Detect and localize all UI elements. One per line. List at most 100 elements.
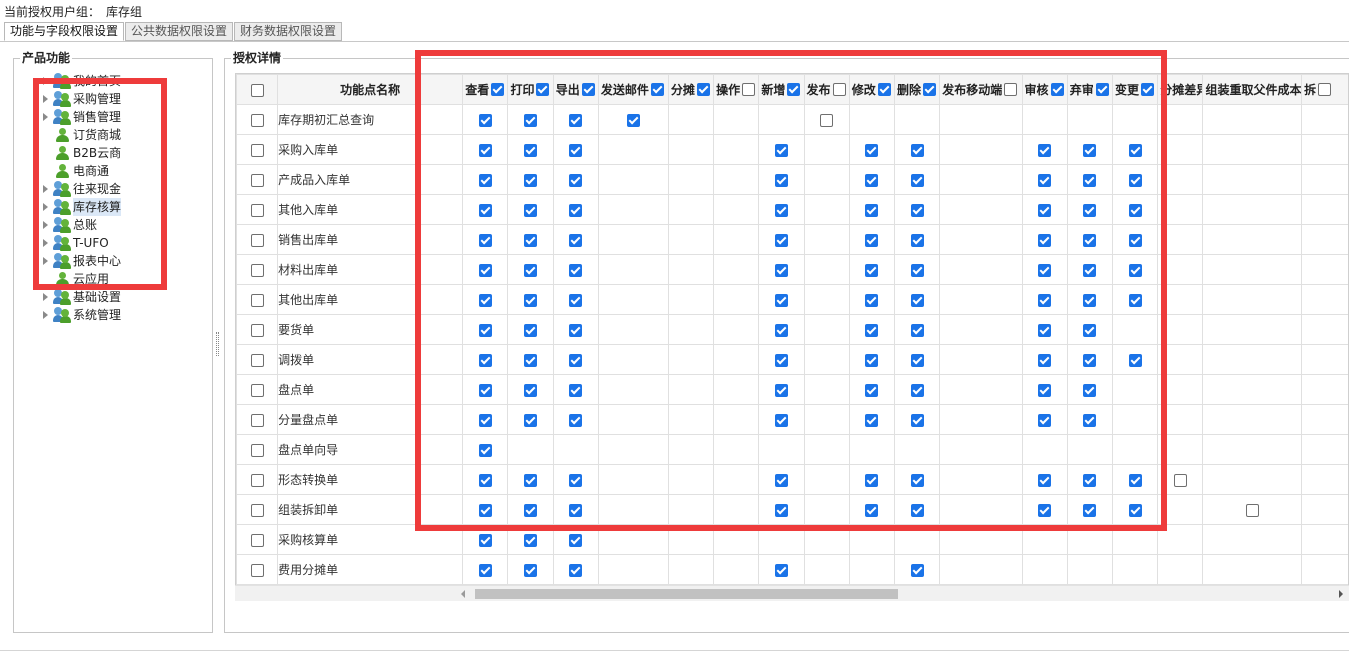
permission-checkbox[interactable] — [478, 293, 492, 307]
row-select-checkbox[interactable] — [250, 353, 264, 367]
permission-checkbox[interactable] — [1083, 143, 1097, 157]
permission-checkbox[interactable] — [1038, 503, 1052, 517]
permission-checkbox[interactable] — [1128, 503, 1142, 517]
scroll-right-arrow-icon[interactable] — [1339, 590, 1343, 598]
permission-checkbox[interactable] — [910, 473, 924, 487]
tab-finance-data-permissions[interactable]: 财务数据权限设置 — [234, 22, 343, 41]
permission-checkbox[interactable] — [910, 353, 924, 367]
permission-checkbox[interactable] — [774, 353, 788, 367]
permission-checkbox[interactable] — [1038, 173, 1052, 187]
permission-checkbox[interactable] — [910, 143, 924, 157]
permission-checkbox[interactable] — [1083, 413, 1097, 427]
permission-checkbox[interactable] — [1038, 293, 1052, 307]
expand-arrow-icon[interactable] — [43, 185, 48, 193]
expand-arrow-icon[interactable] — [43, 113, 48, 121]
permission-checkbox[interactable] — [569, 353, 583, 367]
row-select-checkbox[interactable] — [250, 563, 264, 577]
permission-checkbox[interactable] — [478, 533, 492, 547]
permission-checkbox[interactable] — [865, 473, 879, 487]
permission-checkbox[interactable] — [865, 203, 879, 217]
permission-checkbox[interactable] — [865, 413, 879, 427]
permission-checkbox[interactable] — [524, 533, 538, 547]
permission-checkbox[interactable] — [524, 293, 538, 307]
permission-checkbox[interactable] — [1038, 233, 1052, 247]
column-select-checkbox[interactable] — [742, 83, 756, 96]
permission-checkbox[interactable] — [478, 413, 492, 427]
permission-checkbox[interactable] — [569, 293, 583, 307]
permission-checkbox[interactable] — [1173, 473, 1187, 487]
permission-checkbox[interactable] — [865, 143, 879, 157]
permission-checkbox[interactable] — [524, 173, 538, 187]
permission-checkbox[interactable] — [1083, 203, 1097, 217]
column-select-checkbox[interactable] — [696, 83, 710, 96]
scroll-left-arrow-icon[interactable] — [461, 590, 465, 598]
permission-checkbox[interactable] — [910, 503, 924, 517]
permission-checkbox[interactable] — [774, 263, 788, 277]
permission-checkbox[interactable] — [524, 353, 538, 367]
permission-checkbox[interactable] — [1083, 293, 1097, 307]
column-select-checkbox[interactable] — [1095, 83, 1109, 96]
column-select-checkbox[interactable] — [1318, 83, 1332, 96]
permission-checkbox[interactable] — [478, 473, 492, 487]
permission-checkbox[interactable] — [569, 143, 583, 157]
permission-checkbox[interactable] — [865, 233, 879, 247]
permission-checkbox[interactable] — [774, 383, 788, 397]
permission-checkbox[interactable] — [478, 443, 492, 457]
permission-checkbox[interactable] — [1245, 503, 1259, 517]
permission-checkbox[interactable] — [1128, 203, 1142, 217]
permission-checkbox[interactable] — [1083, 233, 1097, 247]
permission-checkbox[interactable] — [524, 263, 538, 277]
permission-checkbox[interactable] — [478, 263, 492, 277]
permission-checkbox[interactable] — [1083, 383, 1097, 397]
permission-checkbox[interactable] — [524, 563, 538, 577]
permission-checkbox[interactable] — [569, 173, 583, 187]
permission-checkbox[interactable] — [569, 383, 583, 397]
permission-checkbox[interactable] — [910, 293, 924, 307]
row-select-checkbox[interactable] — [250, 413, 264, 427]
row-select-checkbox[interactable] — [250, 203, 264, 217]
permission-checkbox[interactable] — [524, 143, 538, 157]
row-select-checkbox[interactable] — [250, 443, 264, 457]
permission-checkbox[interactable] — [478, 143, 492, 157]
permission-checkbox[interactable] — [1128, 473, 1142, 487]
row-select-checkbox[interactable] — [250, 233, 264, 247]
permission-checkbox[interactable] — [569, 413, 583, 427]
column-select-checkbox[interactable] — [832, 83, 846, 96]
permission-checkbox[interactable] — [569, 203, 583, 217]
permission-checkbox[interactable] — [820, 113, 834, 127]
permission-checkbox[interactable] — [1038, 143, 1052, 157]
permission-checkbox[interactable] — [774, 563, 788, 577]
select-all-checkbox[interactable] — [250, 83, 264, 97]
horizontal-scrollbar[interactable] — [235, 585, 1349, 601]
permission-checkbox[interactable] — [478, 383, 492, 397]
column-select-checkbox[interactable] — [650, 83, 664, 96]
permission-checkbox[interactable] — [774, 323, 788, 337]
permission-checkbox[interactable] — [774, 293, 788, 307]
permission-checkbox[interactable] — [865, 503, 879, 517]
permission-checkbox[interactable] — [1128, 173, 1142, 187]
permission-checkbox[interactable] — [569, 233, 583, 247]
permission-checkbox[interactable] — [1038, 413, 1052, 427]
permission-checkbox[interactable] — [865, 263, 879, 277]
row-select-checkbox[interactable] — [250, 293, 264, 307]
column-select-checkbox[interactable] — [1140, 83, 1154, 96]
permission-checkbox[interactable] — [910, 173, 924, 187]
permission-checkbox[interactable] — [478, 503, 492, 517]
permission-checkbox[interactable] — [1083, 353, 1097, 367]
permission-checkbox[interactable] — [1038, 203, 1052, 217]
row-select-checkbox[interactable] — [250, 263, 264, 277]
expand-arrow-icon[interactable] — [43, 203, 48, 211]
permission-checkbox[interactable] — [910, 263, 924, 277]
permission-checkbox[interactable] — [774, 173, 788, 187]
permission-checkbox[interactable] — [569, 503, 583, 517]
row-select-checkbox[interactable] — [250, 503, 264, 517]
permission-checkbox[interactable] — [524, 233, 538, 247]
permission-checkbox[interactable] — [524, 473, 538, 487]
permission-checkbox[interactable] — [1038, 383, 1052, 397]
permission-checkbox[interactable] — [524, 413, 538, 427]
permission-checkbox[interactable] — [865, 293, 879, 307]
permission-checkbox[interactable] — [478, 353, 492, 367]
permission-checkbox[interactable] — [569, 473, 583, 487]
scrollbar-thumb[interactable] — [475, 589, 898, 599]
permission-checkbox[interactable] — [774, 233, 788, 247]
